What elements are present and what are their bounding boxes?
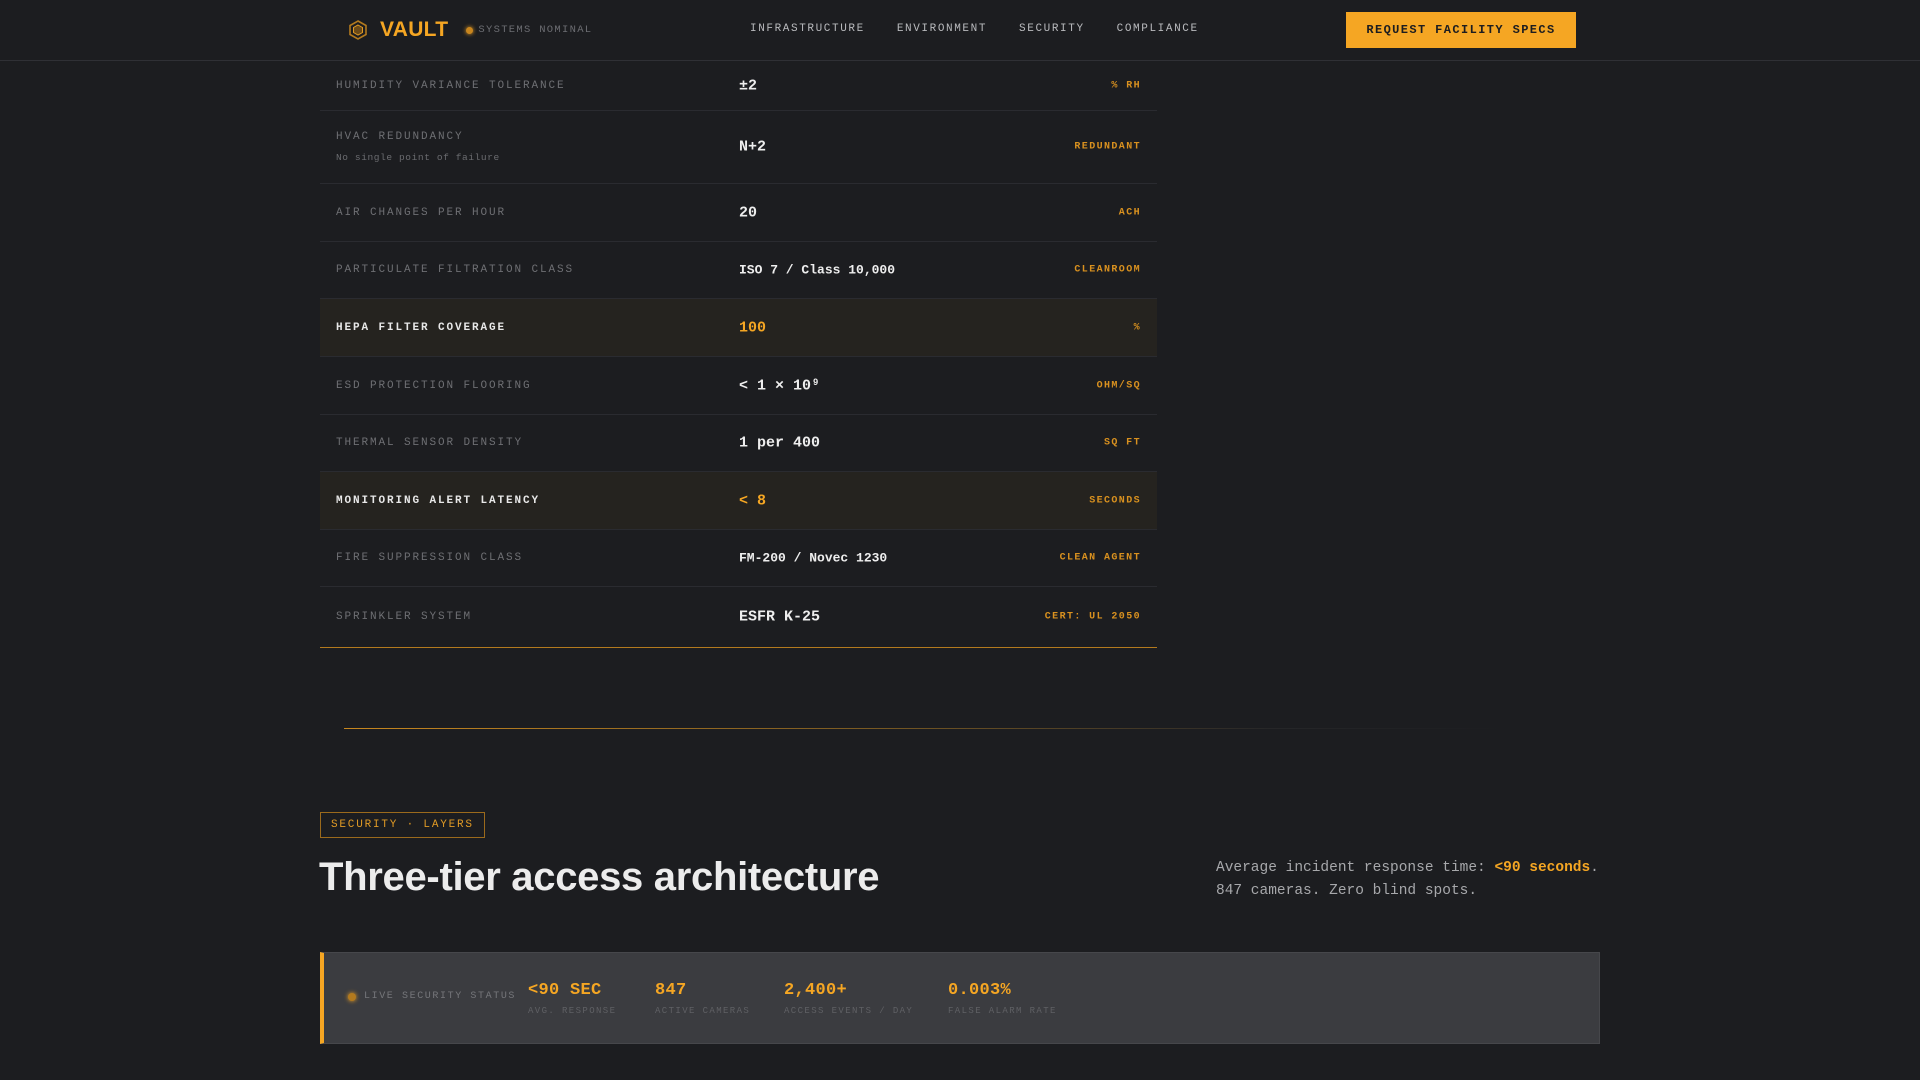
- section-blurb: Average incident response time: <90 seco…: [1216, 857, 1636, 903]
- metric-value: <90 SEC: [528, 981, 602, 1000]
- spec-value: 100: [739, 319, 767, 336]
- spec-unit: CERT: UL 2050: [1044, 611, 1141, 623]
- live-security-status-bar: LIVE SECURITY STATUS <90 SEC AVG. RESPON…: [320, 952, 1600, 1044]
- spec-value: ESFR K-25: [739, 608, 821, 626]
- spec-unit: OHM/SQ: [1096, 380, 1141, 391]
- table-row: PARTICULATE FILTRATION CLASS ISO 7 / Cla…: [320, 242, 1157, 299]
- spec-unit: REDUNDANT: [1074, 141, 1141, 153]
- live-status-label: LIVE SECURITY STATUS: [364, 991, 517, 1002]
- metric-false-alarm-rate: 0.003% FALSE ALARM RATE: [948, 981, 1057, 1016]
- systems-status-text: SYSTEMS NOMINAL: [478, 24, 593, 36]
- metric-label: FALSE ALARM RATE: [948, 1006, 1057, 1016]
- table-row: HUMIDITY VARIANCE TOLERANCE ±2 % RH: [320, 61, 1157, 111]
- main-nav: INFRASTRUCTURE ENVIRONMENT SECURITY COMP…: [750, 23, 1199, 35]
- table-row: FIRE SUPPRESSION CLASS FM-200 / Novec 12…: [320, 530, 1157, 587]
- spec-label: PARTICULATE FILTRATION CLASS: [336, 264, 575, 276]
- status-dot-icon: [466, 26, 474, 34]
- spec-unit: CLEAN AGENT: [1059, 552, 1141, 564]
- spec-label: SPRINKLER SYSTEM: [336, 611, 473, 623]
- spec-sublabel: No single point of failure: [336, 152, 500, 163]
- spec-value: FM-200 / Novec 1230: [739, 550, 888, 566]
- blurb-prefix: Average incident response time:: [1216, 860, 1495, 876]
- request-facility-specs-button[interactable]: REQUEST FACILITY SPECS: [1346, 12, 1576, 48]
- table-row: SPRINKLER SYSTEM ESFR K-25 CERT: UL 2050: [320, 587, 1157, 648]
- live-dot-icon: [348, 992, 356, 1001]
- metric-label: AVG. RESPONSE: [528, 1006, 617, 1016]
- blurb-suffix: .: [1590, 860, 1599, 876]
- metric-value: 2,400+: [784, 981, 848, 1000]
- nav-environment[interactable]: ENVIRONMENT: [897, 23, 987, 35]
- nav-infrastructure[interactable]: INFRASTRUCTURE: [750, 23, 865, 35]
- site-header: VAULT SYSTEMS NOMINAL INFRASTRUCTURE ENV…: [0, 0, 1920, 61]
- section-headline: Three-tier access architecture: [319, 855, 880, 899]
- metric-label: ACTIVE CAMERAS: [655, 1006, 751, 1016]
- metric-label: ACCESS EVENTS / DAY: [784, 1006, 914, 1016]
- spec-label: THERMAL SENSOR DENSITY: [336, 437, 524, 449]
- spec-label: HVAC REDUNDANCY No single point of failu…: [336, 131, 500, 163]
- table-row-highlighted: HEPA FILTER COVERAGE 100 %: [320, 299, 1157, 357]
- blurb-accent: <90 seconds: [1494, 860, 1591, 876]
- table-row-highlighted: MONITORING ALERT LATENCY < 8 SECONDS: [320, 472, 1157, 530]
- metric-active-cameras: 847 ACTIVE CAMERAS: [655, 981, 750, 1016]
- spec-label: HUMIDITY VARIANCE TOLERANCE: [336, 79, 566, 92]
- spec-label: MONITORING ALERT LATENCY: [336, 494, 541, 507]
- spec-unit: SQ FT: [1103, 437, 1141, 449]
- spec-label: HEPA FILTER COVERAGE: [336, 321, 507, 334]
- brand-name: VAULT: [380, 18, 449, 41]
- table-row: ESD PROTECTION FLOORING < 1 × 10⁹ OHM/SQ: [320, 357, 1157, 415]
- live-status-indicator: LIVE SECURITY STATUS: [348, 991, 516, 1002]
- spec-label: ESD PROTECTION FLOORING: [336, 379, 532, 392]
- section-tag: SECURITY · LAYERS: [320, 812, 485, 838]
- nav-compliance[interactable]: COMPLIANCE: [1117, 23, 1199, 35]
- metric-avg-response: <90 SEC AVG. RESPONSE: [528, 981, 616, 1016]
- table-row: AIR CHANGES PER HOUR 20 ACH: [320, 184, 1157, 242]
- spec-value: ISO 7 / Class 10,000: [739, 262, 896, 278]
- spec-unit: % RH: [1111, 80, 1141, 91]
- table-row: HVAC REDUNDANCY No single point of failu…: [320, 111, 1157, 184]
- spec-unit: %: [1133, 322, 1141, 333]
- spec-value: 1 per 400: [739, 434, 821, 452]
- metric-value: 847: [655, 981, 687, 1000]
- metric-value: 0.003%: [948, 981, 1012, 1000]
- blurb-line-2: 847 cameras. Zero blind spots.: [1216, 883, 1478, 899]
- spec-value: ±2: [739, 77, 758, 94]
- spec-unit: ACH: [1118, 207, 1141, 218]
- spec-value: 20: [739, 204, 758, 221]
- vault-logo-icon: [348, 20, 368, 40]
- environment-spec-table: HUMIDITY VARIANCE TOLERANCE ±2 % RH HVAC…: [320, 61, 1157, 648]
- systems-status: SYSTEMS NOMINAL: [466, 24, 592, 36]
- spec-label-text: HVAC REDUNDANCY: [336, 131, 464, 143]
- table-row: THERMAL SENSOR DENSITY 1 per 400 SQ FT: [320, 415, 1157, 472]
- spec-label: AIR CHANGES PER HOUR: [336, 206, 507, 219]
- spec-unit: SECONDS: [1089, 495, 1141, 506]
- spec-unit: CLEANROOM: [1074, 264, 1141, 276]
- spec-label: FIRE SUPPRESSION CLASS: [336, 552, 524, 564]
- section-divider: [344, 728, 1504, 729]
- brand[interactable]: VAULT SYSTEMS NOMINAL: [348, 18, 592, 42]
- spec-value: < 1 × 10⁹: [739, 377, 821, 394]
- nav-security[interactable]: SECURITY: [1019, 23, 1085, 35]
- metric-access-events: 2,400+ ACCESS EVENTS / DAY: [784, 981, 913, 1016]
- spec-value: N+2: [739, 138, 767, 156]
- spec-value: < 8: [739, 492, 767, 509]
